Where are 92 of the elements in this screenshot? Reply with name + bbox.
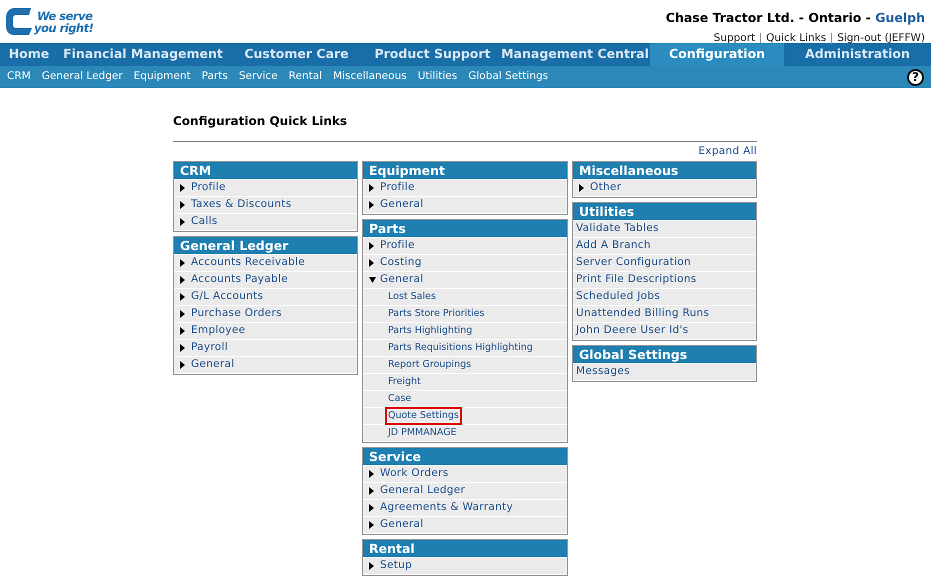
panel-title: Utilities — [573, 202, 756, 221]
caret-right-icon[interactable] — [180, 360, 185, 369]
caret-right-icon[interactable] — [180, 326, 185, 335]
caret-right-icon[interactable] — [180, 310, 185, 318]
subnav-link[interactable]: Utilities — [418, 69, 458, 85]
nav-tab[interactable]: Product Support — [365, 43, 500, 66]
config-link[interactable]: Parts Highlighting — [387, 324, 474, 338]
caret-right-icon[interactable] — [369, 200, 374, 209]
panel-title: Global Settings — [573, 346, 756, 364]
config-link[interactable]: General Ledger — [380, 482, 466, 499]
panel-title: Service — [363, 448, 567, 466]
config-link[interactable]: Unattended Billing Runs — [576, 306, 710, 322]
config-link[interactable]: Lost Sales — [387, 290, 437, 304]
caret-right-icon[interactable] — [369, 504, 374, 512]
nav-tab[interactable]: Customer Care — [228, 43, 365, 66]
panel-title: General Ledger — [174, 236, 357, 255]
config-link[interactable]: Freight — [387, 374, 422, 389]
config-link[interactable]: Parts Requisitions Highlighting — [387, 340, 534, 355]
config-link[interactable]: Print File Descriptions — [576, 272, 697, 288]
config-link[interactable]: Work Orders — [380, 466, 449, 482]
caret-right-icon[interactable] — [180, 200, 185, 209]
nav-tab[interactable]: Configuration — [650, 43, 784, 66]
help-button[interactable]: ? — [907, 68, 924, 86]
config-link[interactable]: Server Configuration — [576, 254, 691, 271]
config-link[interactable]: Case — [387, 392, 412, 406]
config-link[interactable]: Setup — [380, 558, 412, 574]
caret-right-icon[interactable] — [369, 486, 374, 495]
panel-title: Miscellaneous — [573, 162, 756, 180]
config-link[interactable]: Purchase Orders — [191, 306, 282, 322]
nav-tab[interactable]: Management Central — [500, 43, 650, 66]
config-link[interactable]: Profile — [191, 180, 226, 196]
logo-tagline: you right! — [34, 22, 94, 34]
caret-right-icon[interactable] — [369, 562, 374, 570]
caret-right-icon[interactable] — [180, 218, 185, 226]
caret-right-icon[interactable] — [180, 276, 185, 284]
subnav-link[interactable]: CRM — [7, 69, 31, 85]
config-link[interactable]: John Deere User Id's — [576, 322, 688, 339]
config-link[interactable]: Add A Branch — [576, 238, 651, 254]
subnav-link[interactable]: General Ledger — [42, 69, 123, 85]
panel-title: Rental — [363, 540, 567, 558]
config-link[interactable]: General — [380, 196, 424, 213]
expand-all-link[interactable]: Expand All — [698, 144, 757, 160]
caret-right-icon[interactable] — [180, 184, 185, 192]
config-link[interactable]: Parts Store Priorities — [387, 306, 486, 321]
logo[interactable]: We serve you right! — [5, 5, 94, 38]
config-link[interactable]: General — [191, 356, 234, 373]
nav-tab[interactable]: Financial Management — [58, 43, 228, 66]
caret-right-icon[interactable] — [180, 292, 185, 301]
config-link[interactable]: Messages — [576, 364, 630, 380]
subnav-link[interactable]: Miscellaneous — [333, 69, 407, 85]
config-link[interactable]: Employee — [191, 322, 246, 339]
config-link[interactable]: JD PMMANAGE — [387, 426, 458, 440]
caret-right-icon[interactable] — [369, 242, 374, 250]
logo-tagline: We serve — [37, 10, 94, 22]
config-link[interactable]: Profile — [380, 180, 415, 196]
config-link[interactable]: Accounts Payable — [191, 272, 288, 288]
caret-right-icon[interactable] — [369, 520, 374, 529]
config-link[interactable]: Report Groupings — [387, 358, 472, 372]
page-title: Configuration Quick Links — [173, 113, 348, 130]
panel-title: Parts — [363, 220, 567, 238]
config-link[interactable]: Calls — [191, 214, 218, 230]
config-link[interactable]: Profile — [380, 238, 415, 254]
config-link[interactable]: Payroll — [191, 340, 228, 356]
config-link[interactable]: Quote Settings — [387, 408, 460, 423]
config-link[interactable]: G/L Accounts — [191, 288, 264, 305]
panel-title: Equipment — [363, 162, 567, 180]
company-name: Chase Tractor Ltd. - Ontario - — [666, 9, 872, 27]
panel-title: CRM — [174, 162, 357, 180]
subnav-link[interactable]: Rental — [288, 69, 322, 85]
config-link[interactable]: Scheduled Jobs — [576, 288, 660, 305]
config-link[interactable]: Costing — [380, 254, 422, 271]
config-link[interactable]: Validate Tables — [576, 220, 659, 237]
caret-down-icon[interactable] — [369, 276, 376, 283]
config-link[interactable]: General — [380, 272, 424, 288]
caret-right-icon[interactable] — [180, 258, 185, 267]
config-link[interactable]: General — [380, 516, 424, 533]
config-link[interactable]: Agreements & Warranty — [380, 500, 513, 516]
nav-tab[interactable]: Home — [0, 43, 58, 66]
branch-name: Guelph — [875, 9, 925, 27]
subnav-link[interactable]: Parts — [202, 69, 228, 85]
subnav-link[interactable]: Equipment — [134, 69, 191, 85]
config-link[interactable]: Taxes & Discounts — [191, 196, 292, 213]
subnav-link[interactable]: Global Settings — [468, 69, 548, 85]
caret-right-icon[interactable] — [369, 184, 374, 192]
logo-mark-icon — [5, 6, 35, 37]
config-link[interactable]: Accounts Receivable — [191, 254, 306, 271]
caret-right-icon[interactable] — [369, 470, 374, 478]
caret-right-icon[interactable] — [369, 258, 374, 267]
caret-right-icon[interactable] — [579, 184, 584, 192]
subnav-link[interactable]: Service — [238, 69, 278, 85]
config-link[interactable]: Other — [590, 180, 622, 196]
caret-right-icon[interactable] — [180, 344, 185, 352]
